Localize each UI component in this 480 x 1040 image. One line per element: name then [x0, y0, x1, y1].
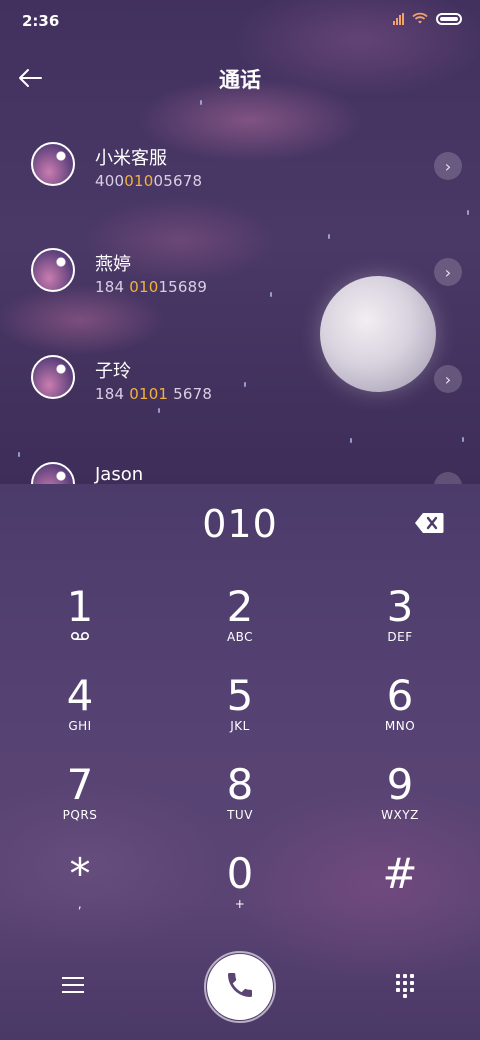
contact-row[interactable]: 小米客服 40001005678 › — [0, 114, 480, 218]
key-7[interactable]: 7 PQRS — [0, 762, 160, 852]
key-digit: # — [382, 849, 418, 898]
chevron-right-icon[interactable]: › — [434, 472, 462, 484]
key-digit: 2 — [226, 582, 254, 631]
contact-number: 40001005678 — [95, 172, 203, 190]
page-title: 通话 — [219, 68, 261, 92]
key-letters: WXYZ — [381, 808, 419, 822]
key-0[interactable]: 0 + — [160, 851, 320, 941]
avatar — [31, 248, 75, 292]
contact-row[interactable]: 子玲 184 0101 5678 › — [0, 327, 480, 431]
key-5[interactable]: 5 JKL — [160, 673, 320, 763]
battery-icon — [436, 13, 462, 25]
call-button[interactable] — [204, 951, 276, 1023]
contact-results-list: 小米客服 40001005678 › 燕婷 184 01015689 › 子玲 … — [0, 114, 480, 484]
key-letters: JKL — [230, 719, 250, 733]
menu-icon[interactable] — [58, 972, 88, 1002]
key-9[interactable]: 9 WXYZ — [320, 762, 480, 852]
key-digit: 1 — [66, 582, 94, 631]
wifi-icon — [412, 12, 428, 26]
key-letters: , — [77, 897, 83, 911]
contact-name: 子玲 — [95, 361, 131, 382]
key-letters: GHI — [68, 719, 92, 733]
key-digit: 5 — [226, 671, 254, 720]
key-digit: 7 — [66, 760, 94, 809]
status-icons — [393, 12, 462, 26]
chevron-right-icon[interactable]: › — [434, 152, 462, 180]
signal-icon — [393, 13, 404, 25]
voicemail-icon — [0, 630, 160, 644]
avatar — [31, 142, 75, 186]
dialed-number-display: 010 — [202, 502, 278, 546]
key-digit: 9 — [386, 760, 414, 809]
key-3[interactable]: 3 DEF — [320, 584, 480, 674]
contact-name: 小米客服 — [95, 148, 167, 169]
key-hash[interactable]: # — [320, 851, 480, 941]
key-letters: PQRS — [62, 808, 98, 822]
key-digit: 3 — [386, 582, 414, 631]
key-8[interactable]: 8 TUV — [160, 762, 320, 852]
avatar — [31, 462, 75, 484]
key-letters: TUV — [227, 808, 253, 822]
key-digit: 8 — [226, 760, 254, 809]
key-digit: 6 — [386, 671, 414, 720]
key-digit: * — [69, 849, 91, 898]
contact-number: 184 01015689 — [95, 278, 208, 296]
key-digit: 4 — [66, 671, 94, 720]
key-6[interactable]: 6 MNO — [320, 673, 480, 763]
backspace-icon[interactable] — [414, 512, 444, 534]
contact-name: 燕婷 — [95, 254, 131, 275]
status-bar: 2:36 — [0, 0, 480, 40]
contact-number: 184 0101 5678 — [95, 385, 213, 403]
dialpad-icon[interactable] — [396, 974, 416, 998]
key-1[interactable]: 1 — [0, 584, 160, 674]
phone-icon — [224, 969, 256, 1005]
key-4[interactable]: 4 GHI — [0, 673, 160, 763]
dialer-bottom-bar — [0, 951, 480, 1024]
dialer-panel: 010 1 2 ABC 3 DEF 4 GHI 5 JKL 6 MNO 7 PQ… — [0, 484, 480, 1040]
back-arrow-icon[interactable] — [8, 56, 52, 100]
chevron-right-icon[interactable]: › — [434, 365, 462, 393]
header-bar: 通话 — [0, 56, 480, 102]
status-time: 2:36 — [22, 12, 60, 30]
key-letters: MNO — [384, 719, 416, 733]
key-letters: DEF — [387, 630, 413, 644]
key-star[interactable]: * , — [0, 851, 160, 941]
key-letters: + — [234, 897, 246, 911]
contact-row[interactable]: 燕婷 184 01015689 › — [0, 220, 480, 324]
key-2[interactable]: 2 ABC — [160, 584, 320, 674]
contact-name: Jason — [95, 464, 144, 484]
key-letters: ABC — [226, 630, 254, 644]
contact-row[interactable]: Jason › — [0, 434, 480, 484]
avatar — [31, 355, 75, 399]
key-digit: 0 — [226, 849, 254, 898]
chevron-right-icon[interactable]: › — [434, 258, 462, 286]
